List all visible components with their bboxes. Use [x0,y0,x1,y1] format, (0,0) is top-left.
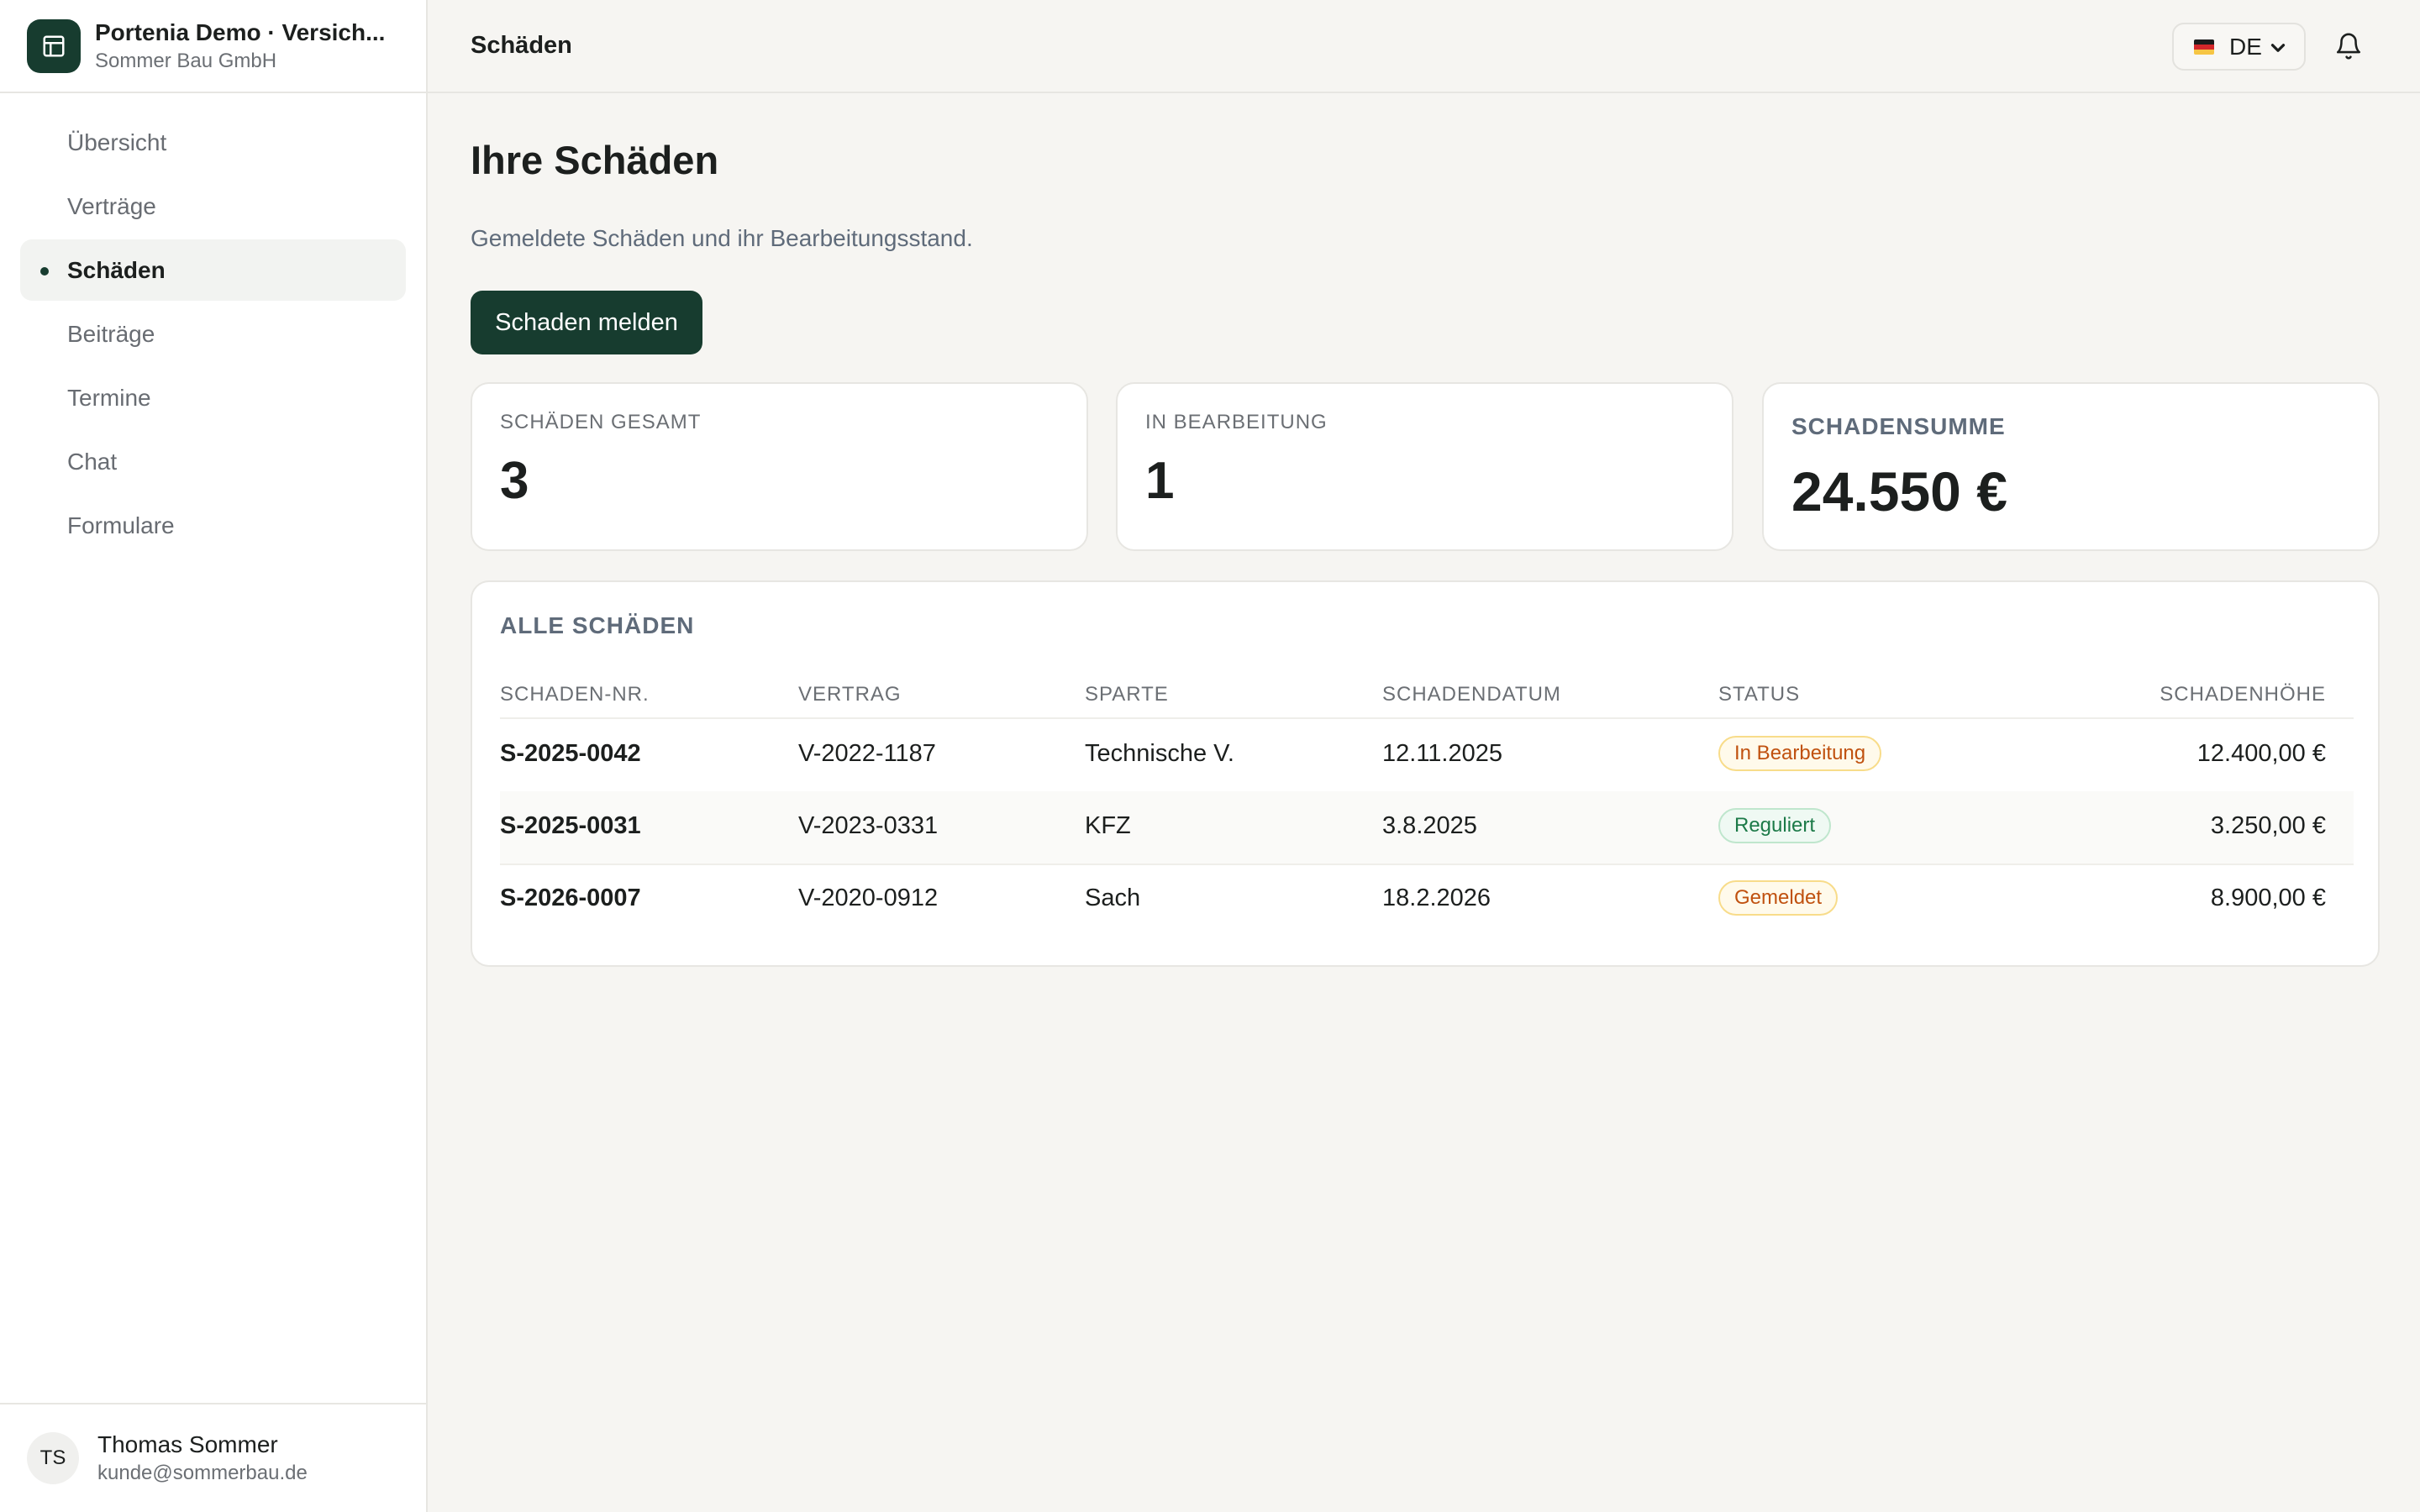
app: Portenia Demo · Versich... Sommer Bau Gm… [0,0,2420,1512]
table-row[interactable]: S-2025-0042 V-2022-1187 Technische V. 12… [500,719,2354,793]
stat-label: IN BEARBEITUNG [1145,411,1328,433]
sidebar-item-termine[interactable]: Termine [20,367,406,428]
user-info: Thomas Sommer kunde@sommerbau.de [97,1430,308,1487]
stat-value: 24.550 € [1791,460,2007,522]
brand-text: Portenia Demo · Versich... Sommer Bau Gm… [95,18,406,75]
topbar: Schäden DE [428,0,2420,93]
column-header: SPARTE [1085,683,1169,706]
sidebar-item-formulare[interactable]: Formulare [20,495,406,556]
page-subtitle: Gemeldete Schäden und ihr Bearbeitungsst… [471,225,973,251]
column-header: SCHADEN-NR. [500,683,650,706]
sidebar-item-label: Schäden [67,256,166,283]
report-claim-button[interactable]: Schaden melden [471,291,702,354]
sidebar-item-uebersicht[interactable]: Übersicht [20,112,406,173]
active-indicator-dot [40,267,49,276]
sidebar-item-label: Verträge [67,192,156,219]
table-row[interactable]: S-2026-0007 V-2020-0912 Sach 18.2.2026 G… [500,864,2354,936]
column-header: SCHADENHÖHE [2160,683,2326,706]
line-of-business: Technische V. [1085,740,1234,767]
user-profile[interactable]: TS Thomas Sommer kunde@sommerbau.de [0,1403,426,1512]
status-badge: In Bearbeitung [1718,736,1882,771]
table-title: ALLE SCHÄDEN [500,612,695,638]
sidebar-item-label: Termine [67,384,151,411]
sidebar-item-chat[interactable]: Chat [20,431,406,492]
claim-amount: 12.400,00 € [2196,740,2326,767]
claim-amount: 3.250,00 € [2210,812,2326,839]
status-badge: Reguliert [1718,808,1832,843]
user-email: kunde@sommerbau.de [97,1462,308,1484]
sidebar-item-label: Chat [67,448,118,475]
stats-cards: SCHÄDEN GESAMT 3 IN BEARBEITUNG 1 SCHADE… [471,382,2380,551]
contract-id: V-2023-0331 [798,812,939,839]
sidebar-item-beitraege[interactable]: Beiträge [20,303,406,365]
stat-card-sum: SCHADENSUMME 24.550 € [1762,382,2380,551]
claim-date: 18.2.2026 [1382,885,1491,911]
claim-amount: 8.900,00 € [2210,885,2326,911]
brand-header[interactable]: Portenia Demo · Versich... Sommer Bau Gm… [0,0,426,93]
column-header: VERTRAG [798,683,902,706]
sidebar-item-vertraege[interactable]: Verträge [20,176,406,237]
stat-card-in-progress: IN BEARBEITUNG 1 [1116,382,1733,551]
bell-icon[interactable] [2334,32,2363,65]
claim-date: 12.11.2025 [1382,740,1502,767]
sidebar-item-label: Übersicht [67,129,167,155]
table-header: SCHADEN-NR. VERTRAG SPARTE SCHADENDATUM … [500,675,2354,719]
language-select[interactable]: DE [2172,23,2306,71]
line-of-business: Sach [1085,885,1141,911]
language-value: DE [2229,33,2262,60]
status-badge: Gemeldet [1718,880,1839,916]
sidebar-nav: Übersicht Verträge Schäden Beiträge Term… [0,93,426,556]
page-title: Ihre Schäden [471,138,719,182]
contract-id: V-2020-0912 [798,885,939,911]
layout-icon [27,18,81,73]
column-header: SCHADENDATUM [1382,683,1561,706]
company-name: Sommer Bau GmbH [95,49,277,72]
sidebar: Portenia Demo · Versich... Sommer Bau Gm… [0,0,428,1512]
claim-id: S-2026-0007 [500,885,641,911]
claim-date: 3.8.2025 [1382,812,1477,839]
contract-id: V-2022-1187 [798,740,936,767]
line-of-business: KFZ [1085,812,1131,839]
stat-value: 1 [1145,452,1175,510]
sidebar-item-label: Beiträge [67,320,155,347]
stat-label: SCHADENSUMME [1791,413,2006,439]
sidebar-item-schaeden[interactable]: Schäden [20,239,406,301]
chevron-down-icon [2270,44,2286,52]
app-title: Portenia Demo · Versich... [95,18,386,45]
column-header: STATUS [1718,683,1801,706]
german-flag-icon [2194,39,2214,55]
sidebar-item-label: Formulare [67,512,175,538]
stat-value: 3 [500,452,529,510]
stat-card-total: SCHÄDEN GESAMT 3 [471,382,1088,551]
claim-id: S-2025-0031 [500,812,641,839]
avatar: TS [27,1432,79,1484]
stat-label: SCHÄDEN GESAMT [500,411,702,433]
claim-id: S-2025-0042 [500,740,641,767]
breadcrumb: Schäden [471,32,572,59]
user-name: Thomas Sommer [97,1431,278,1457]
table-row[interactable]: S-2025-0031 V-2023-0331 KFZ 3.8.2025 Reg… [500,791,2354,865]
claims-table-card: ALLE SCHÄDEN SCHADEN-NR. VERTRAG SPARTE … [471,580,2380,967]
